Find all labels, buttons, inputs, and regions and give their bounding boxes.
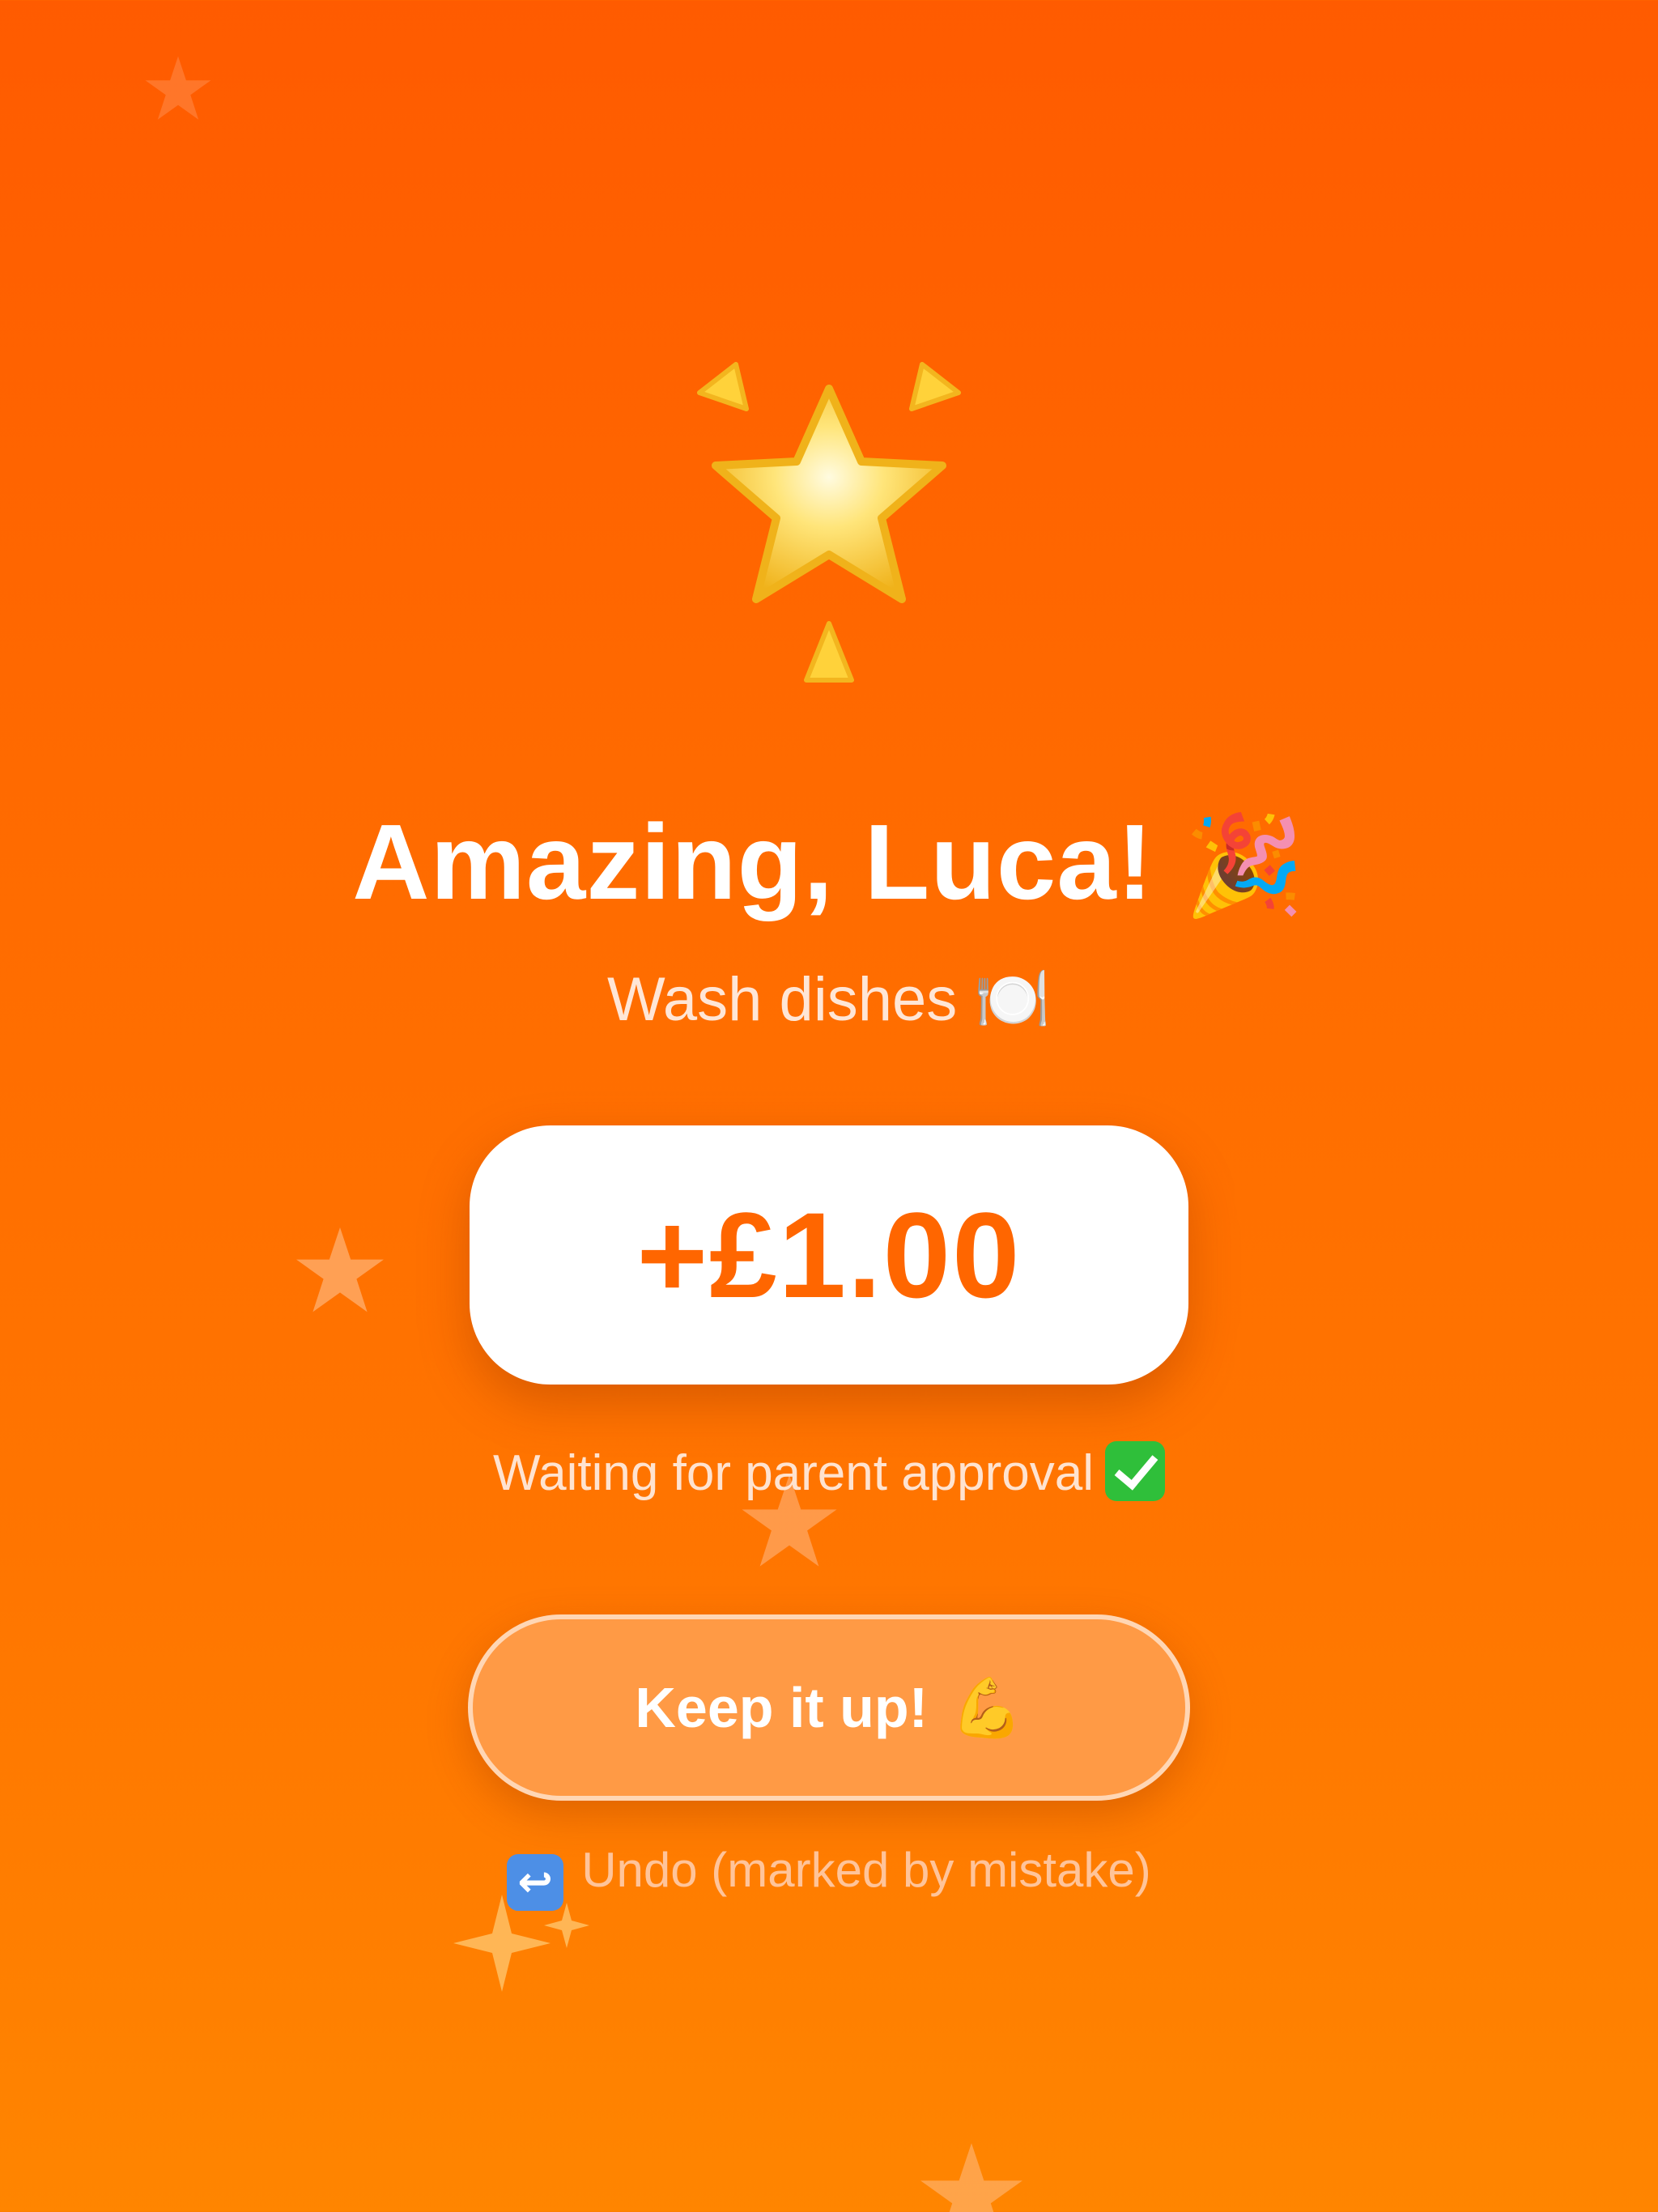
- return-arrow-icon: ↩: [507, 1854, 564, 1911]
- approval-status: Waiting for parent approval: [0, 1433, 1658, 1514]
- keep-it-up-button[interactable]: Keep it up! 💪: [468, 1614, 1190, 1801]
- flexed-biceps-icon: 💪: [950, 1675, 1023, 1741]
- keep-it-up-label: Keep it up!: [635, 1676, 928, 1739]
- background-star-icon: [142, 53, 215, 125]
- check-mark-button-icon: [1105, 1441, 1166, 1501]
- undo-label: Undo (marked by mistake): [581, 1843, 1151, 1897]
- celebration-title: Amazing, Luca! 🎉: [0, 802, 1658, 926]
- background-star-icon: [915, 2138, 1028, 2212]
- party-popper-icon: 🎉: [1184, 811, 1306, 920]
- task-name: Wash dishes 🍽️: [0, 959, 1658, 1040]
- reward-amount-card: +£1.00: [470, 1125, 1188, 1385]
- plate-with-cutlery-icon: 🍽️: [974, 965, 1051, 1034]
- background-star-icon: [291, 1223, 389, 1320]
- title-text: Amazing, Luca!: [352, 802, 1154, 921]
- undo-link[interactable]: ↩ Undo (marked by mistake): [0, 1830, 1658, 1911]
- task-name-text: Wash dishes: [606, 965, 958, 1034]
- reward-amount: +£1.00: [636, 1186, 1022, 1323]
- glowing-star-icon: [659, 348, 999, 696]
- approval-status-text: Waiting for parent approval: [492, 1445, 1095, 1501]
